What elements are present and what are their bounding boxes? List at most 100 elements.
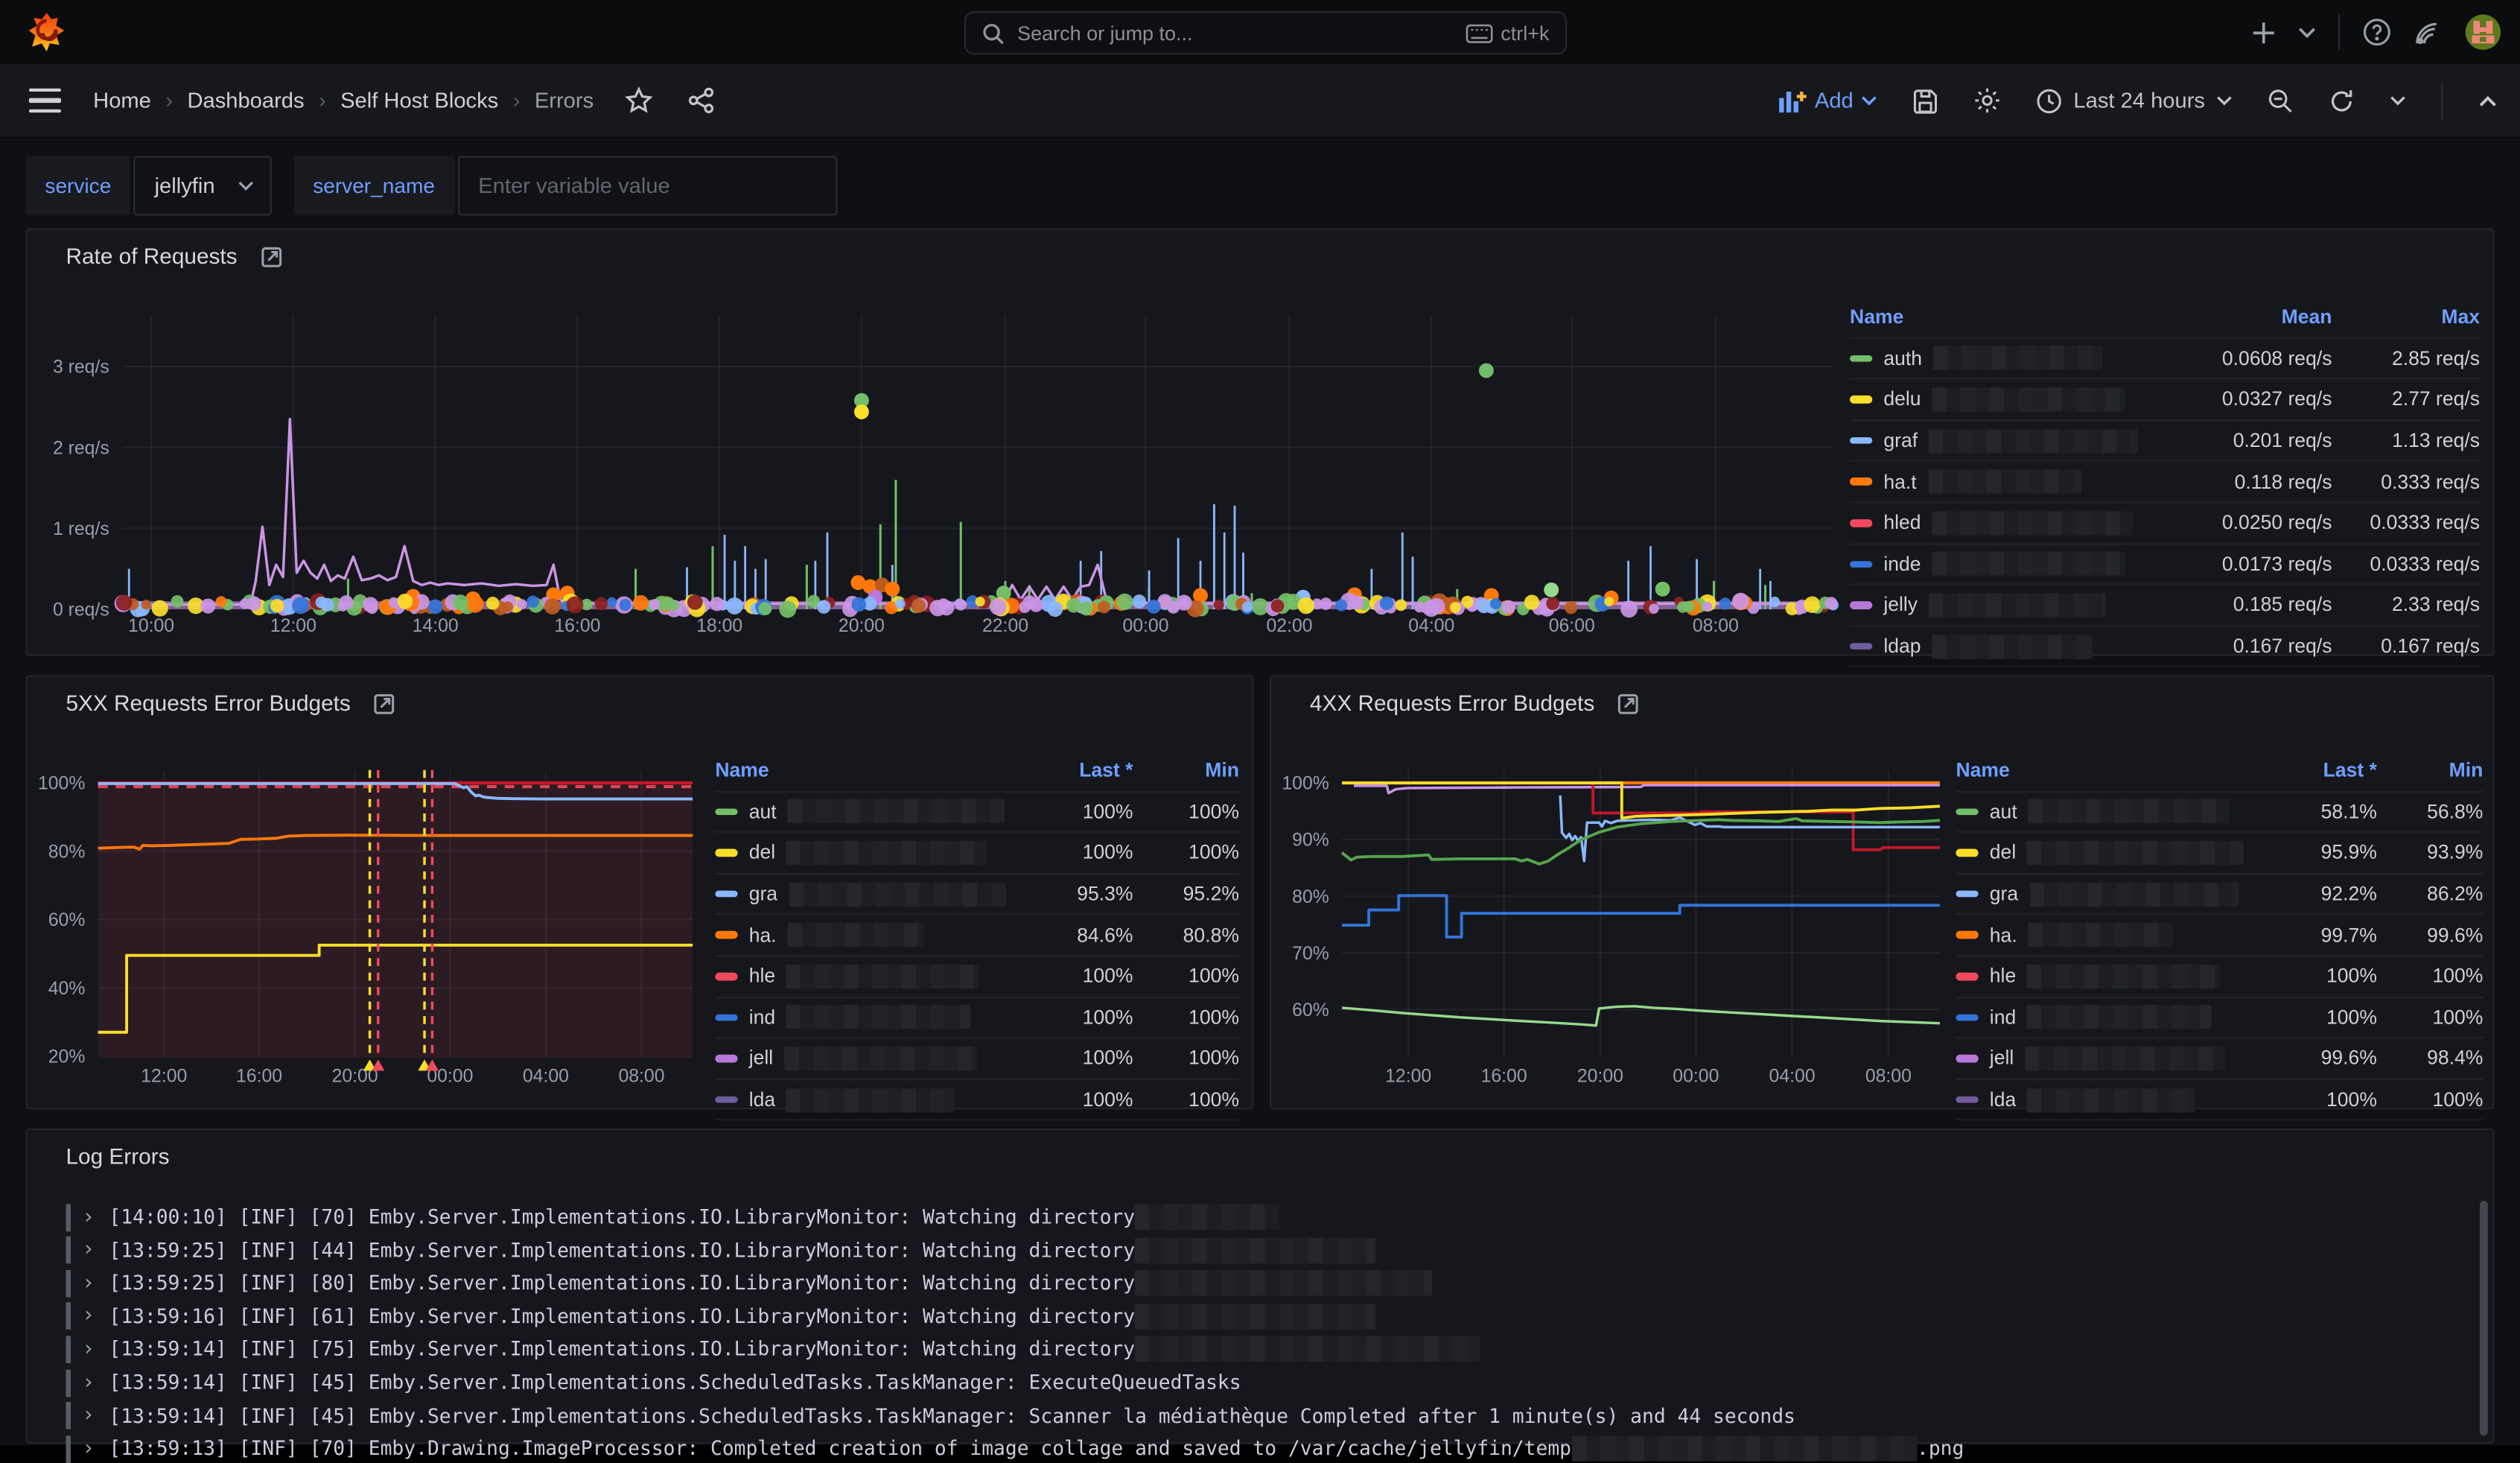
series-name[interactable]: lda [1956, 1088, 2254, 1111]
legend-value-max: 2.77 req/s [2332, 388, 2480, 410]
refresh-interval-chevron-icon[interactable] [2390, 95, 2406, 106]
variable-servername-input[interactable] [457, 156, 836, 215]
series-name[interactable]: lda [715, 1088, 1011, 1111]
help-icon[interactable] [2362, 18, 2391, 47]
legend-column-name[interactable]: Name [715, 759, 1011, 781]
log-line[interactable]: ›[14:00:10] [INF] [70] Emby.Server.Imple… [66, 1202, 1279, 1231]
series-name[interactable]: gra [715, 882, 1011, 906]
expand-chevron-icon[interactable]: › [82, 1403, 95, 1427]
keyboard-icon [1466, 23, 1493, 42]
search-input[interactable]: Search or jump to... ctrl+k [964, 11, 1567, 54]
breadcrumb-dashboards[interactable]: Dashboards [187, 89, 304, 112]
grafana-logo-icon[interactable] [26, 11, 68, 53]
svg-text:40%: 40% [48, 979, 86, 999]
logs-scrollbar[interactable] [2480, 1201, 2488, 1435]
zoom-out-button[interactable] [2268, 88, 2294, 114]
series-name[interactable]: hle [1956, 964, 2254, 988]
series-name[interactable]: graf [1850, 428, 2158, 452]
share-icon[interactable] [688, 87, 716, 115]
external-link-icon[interactable] [1617, 692, 1639, 714]
series-name[interactable]: aut [1956, 799, 2254, 823]
legend-value-last: 99.7% [2255, 924, 2377, 946]
legend-column-last[interactable]: Last * [1011, 759, 1133, 781]
log-line[interactable]: ›[13:59:25] [INF] [44] Emby.Server.Imple… [66, 1236, 1375, 1265]
series-name[interactable]: del [1956, 841, 2254, 865]
legend-column-max[interactable]: Max [2332, 306, 2480, 329]
legend-column-name[interactable]: Name [1850, 306, 2158, 329]
log-text: [13:59:16] [INF] [61] Emby.Server.Implem… [109, 1305, 1135, 1327]
external-link-icon[interactable] [260, 245, 282, 267]
series-name[interactable]: ha.t [1850, 470, 2158, 494]
series-name[interactable]: gra [1956, 882, 2254, 906]
svg-text:1 req/s: 1 req/s [53, 519, 109, 539]
legend-column-last[interactable]: Last * [2255, 759, 2377, 781]
legend-column-mean[interactable]: Mean [2158, 306, 2332, 329]
series-name[interactable]: ha. [715, 923, 1011, 947]
series-name[interactable]: auth [1850, 346, 2158, 370]
legend-value-min: 100% [1133, 1088, 1239, 1111]
series-color-icon [715, 808, 737, 816]
star-icon[interactable] [626, 87, 653, 115]
series-name[interactable]: jelly [1850, 593, 2158, 617]
settings-button[interactable] [1974, 87, 2002, 115]
series-name[interactable]: jell [715, 1047, 1011, 1070]
new-chevron-down-icon[interactable] [2298, 26, 2316, 39]
legend-column-name[interactable]: Name [1956, 759, 2254, 781]
redacted-text [2029, 799, 2230, 823]
series-name[interactable]: delu [1850, 387, 2158, 411]
refresh-button[interactable] [2329, 88, 2355, 114]
menu-toggle-icon[interactable] [29, 88, 61, 113]
series-name[interactable]: ldap [1850, 634, 2158, 658]
legend-row: ha.t0.118 req/s0.333 req/s [1850, 462, 2480, 503]
series-name[interactable]: ind [715, 1006, 1011, 1029]
log-line[interactable]: ›[13:59:14] [INF] [75] Emby.Server.Imple… [66, 1335, 1480, 1364]
expand-chevron-icon[interactable]: › [82, 1437, 95, 1461]
new-button[interactable] [2252, 20, 2276, 44]
expand-chevron-icon[interactable]: › [82, 1271, 95, 1295]
log-line[interactable]: ›[13:59:13] [INF] [70] Emby.Drawing.Imag… [66, 1434, 1964, 1463]
series-name[interactable]: ind [1956, 1006, 2254, 1029]
series-name[interactable]: ha. [1956, 923, 2254, 947]
series-name[interactable]: aut [715, 799, 1011, 823]
svg-text:16:00: 16:00 [554, 616, 600, 636]
breadcrumb-home[interactable]: Home [93, 89, 151, 112]
add-button[interactable]: Add [1779, 89, 1877, 112]
legend-value-min: 100% [1133, 842, 1239, 864]
series-name[interactable]: del [715, 841, 1011, 865]
redacted-text [786, 964, 979, 988]
collapse-toolbar-button[interactable] [2478, 94, 2498, 107]
expand-chevron-icon[interactable]: › [82, 1238, 95, 1262]
log-level-bar [66, 1435, 70, 1463]
series-name-prefix: graf [1883, 429, 1918, 451]
expand-chevron-icon[interactable]: › [82, 1371, 95, 1394]
legend-column-min[interactable]: Min [1133, 759, 1239, 781]
time-range-picker[interactable]: Last 24 hours [2037, 88, 2233, 114]
series-name[interactable]: jell [1956, 1047, 2254, 1070]
series-name-prefix: ind [1990, 1006, 2016, 1029]
series-name[interactable]: hle [715, 964, 1011, 988]
news-icon[interactable] [2414, 18, 2443, 47]
user-avatar[interactable] [2466, 14, 2501, 49]
expand-chevron-icon[interactable]: › [82, 1205, 95, 1229]
log-line[interactable]: › [13:59:16] [INF] [61] Emby.Server.Imple… [66, 1302, 1375, 1331]
expand-chevron-icon[interactable]: › [82, 1304, 95, 1328]
legend-column-min[interactable]: Min [2377, 759, 2483, 781]
chevron-down-icon [238, 180, 254, 191]
svg-text:02:00: 02:00 [1267, 616, 1313, 636]
log-line[interactable]: ›[13:59:14] [INF] [45] Emby.Server.Imple… [66, 1401, 1795, 1430]
save-button[interactable] [1913, 88, 1939, 114]
expand-chevron-icon[interactable]: › [82, 1337, 95, 1361]
panel-title: Log Errors [66, 1145, 169, 1169]
panel-rate-of-requests: Rate of Requests 0 req/s1 req/s2 req/s3 … [26, 228, 2495, 656]
legend-value-last: 95.3% [1011, 883, 1133, 905]
log-line[interactable]: ›[13:59:25] [INF] [80] Emby.Server.Imple… [66, 1269, 1432, 1298]
legend-value-last: 95.9% [2255, 842, 2377, 864]
svg-text:100%: 100% [38, 774, 85, 794]
log-line[interactable]: ›[13:59:14] [INF] [45] Emby.Server.Imple… [66, 1368, 1241, 1397]
series-name[interactable]: hled [1850, 511, 2158, 535]
breadcrumb-folder[interactable]: Self Host Blocks [340, 89, 498, 112]
variable-service-select[interactable]: jellyfin [134, 156, 272, 215]
legend-row: ind100%100% [1956, 997, 2483, 1038]
external-link-icon[interactable] [373, 692, 395, 714]
series-name[interactable]: inde [1850, 552, 2158, 576]
